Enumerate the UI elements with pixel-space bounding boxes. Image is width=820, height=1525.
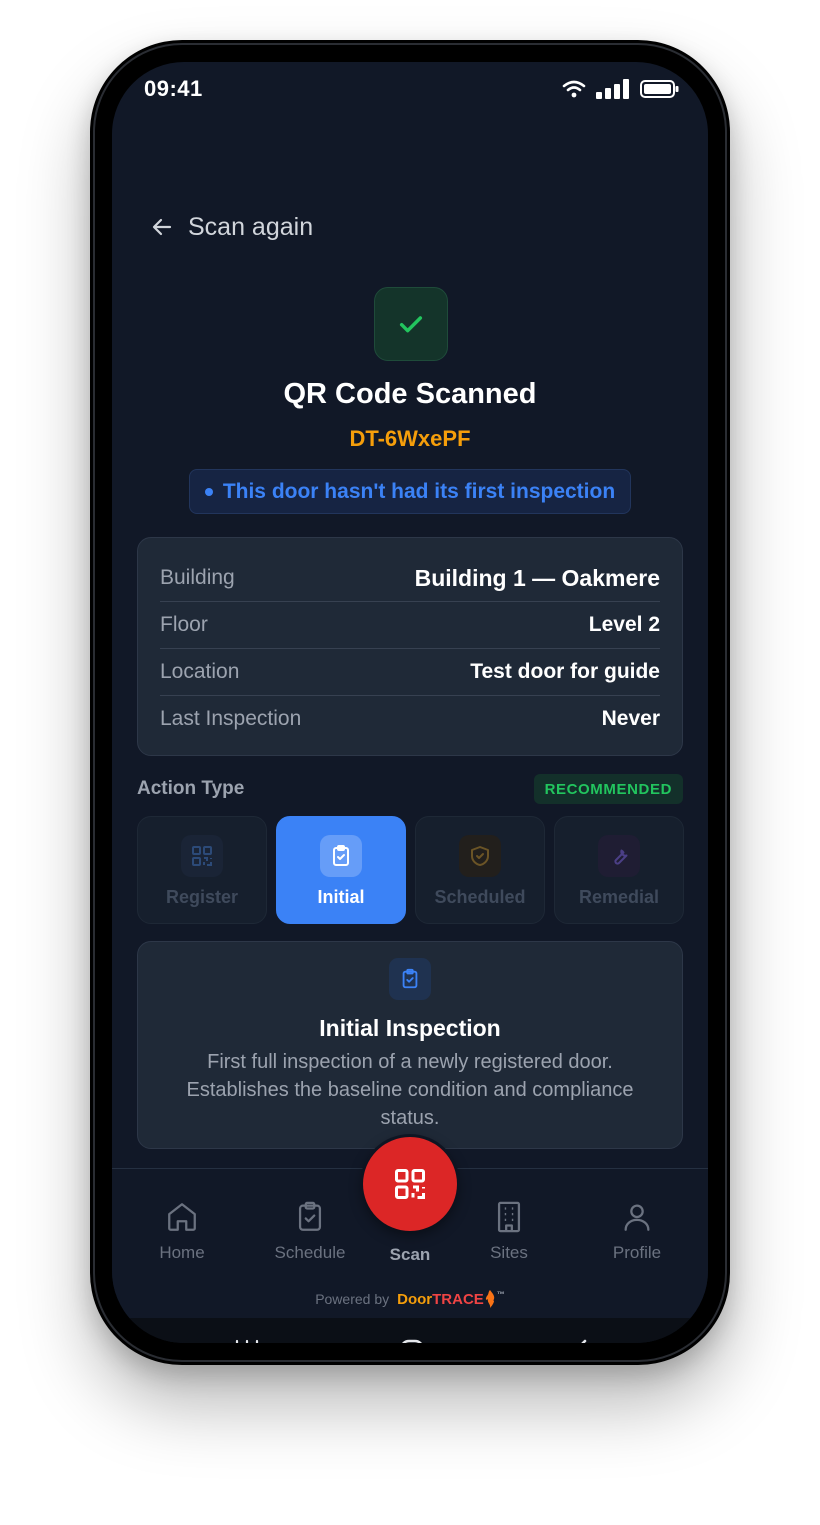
shield-check-icon [459, 835, 501, 877]
qr-code-icon [181, 835, 223, 877]
action-detail-card: Initial Inspection First full inspection… [137, 941, 683, 1149]
action-initial-label: Initial [317, 887, 365, 907]
action-type-label: Action Type [137, 778, 245, 799]
nav-schedule-label: Schedule [274, 1243, 346, 1262]
info-value: Building 1 — Oakmere [414, 564, 660, 591]
nav-sites[interactable]: Sites [459, 1199, 559, 1263]
back-system-button[interactable] [560, 1334, 600, 1343]
brand-tm: ™ [496, 1290, 505, 1299]
nav-home[interactable]: Home [132, 1199, 232, 1263]
info-value: Never [601, 707, 660, 730]
scan-again-button[interactable]: Scan again [150, 207, 313, 247]
info-row-last-inspection: Last Inspection Never [160, 696, 660, 742]
qr-code-icon [395, 1169, 425, 1199]
info-label: Building [160, 566, 235, 589]
chevron-left-icon [581, 1339, 587, 1343]
powered-by-text: Powered by [315, 1291, 390, 1307]
system-navigation-bar [112, 1318, 708, 1343]
doortrace-logo: Door TRACE ™ [397, 1290, 505, 1308]
recents-icon [235, 1339, 259, 1343]
nav-home-label: Home [159, 1243, 205, 1262]
info-row-location: Location Test door for guide [160, 649, 660, 696]
brand-trace: TRACE [432, 1290, 484, 1308]
clipboard-check-icon [320, 835, 362, 877]
action-register[interactable]: Register [137, 816, 267, 924]
home-system-button[interactable] [392, 1334, 432, 1343]
nav-profile-label: Profile [612, 1243, 662, 1262]
action-register-label: Register [165, 887, 239, 907]
action-detail-title: Initial Inspection [319, 1015, 501, 1041]
action-detail-description: First full inspection of a newly registe… [186, 1051, 634, 1129]
action-type-header: Action Type RECOMMENDED [137, 774, 683, 804]
brand-door: Door [397, 1290, 433, 1308]
nav-scan-label: Scan [389, 1245, 431, 1264]
recommended-badge: RECOMMENDED [533, 774, 683, 804]
status-icons [562, 78, 680, 100]
arrow-left-icon [152, 218, 172, 236]
action-scheduled-label: Scheduled [434, 887, 526, 907]
status-time: 09:41 [144, 76, 203, 101]
info-label: Location [160, 660, 240, 683]
home-circle-icon [402, 1339, 422, 1343]
scan-again-label: Scan again [188, 212, 314, 241]
door-id: DT-6WxePF [349, 426, 471, 451]
status-bar: 09:41 [112, 62, 708, 122]
clipboard-check-icon [292, 1199, 328, 1235]
nav-profile[interactable]: Profile [587, 1199, 687, 1263]
info-row-building: Building Building 1 — Oakmere [160, 555, 660, 602]
scan-button[interactable] [363, 1137, 457, 1231]
wrench-icon [598, 835, 640, 877]
building-icon [491, 1199, 527, 1235]
notice-text: This door hasn't had its first inspectio… [222, 479, 616, 503]
info-label: Last Inspection [160, 707, 302, 730]
info-value: Level 2 [588, 613, 660, 636]
notice-dot-icon [204, 487, 213, 496]
info-label: Floor [160, 613, 208, 636]
action-initial[interactable]: Initial [276, 816, 406, 924]
action-scheduled[interactable]: Scheduled [415, 816, 545, 924]
phone-frame: 09:41 Scan again QR Code Scanned DT-6Wxe… [90, 40, 730, 1365]
page-title: QR Code Scanned [283, 378, 537, 410]
check-icon [399, 316, 423, 333]
user-icon [619, 1199, 655, 1235]
door-info-card: Building Building 1 — Oakmere Floor Leve… [137, 537, 683, 756]
wifi-icon [562, 80, 586, 98]
success-badge [374, 287, 448, 361]
flame-icon [485, 1290, 495, 1308]
home-icon [164, 1199, 200, 1235]
app-screen: 09:41 Scan again QR Code Scanned DT-6Wxe… [112, 62, 708, 1343]
info-row-floor: Floor Level 2 [160, 602, 660, 649]
nav-sites-label: Sites [490, 1243, 528, 1262]
nav-schedule[interactable]: Schedule [260, 1199, 360, 1263]
powered-by-footer: Powered by Door TRACE ™ [112, 1287, 708, 1311]
action-remedial-label: Remedial [578, 887, 660, 907]
signal-icon [596, 79, 629, 99]
action-remedial[interactable]: Remedial [554, 816, 684, 924]
info-value: Test door for guide [470, 660, 660, 683]
battery-icon [640, 80, 679, 98]
clipboard-check-icon [389, 958, 431, 1000]
inspection-notice: This door hasn't had its first inspectio… [189, 469, 631, 514]
recents-button[interactable] [227, 1334, 267, 1343]
